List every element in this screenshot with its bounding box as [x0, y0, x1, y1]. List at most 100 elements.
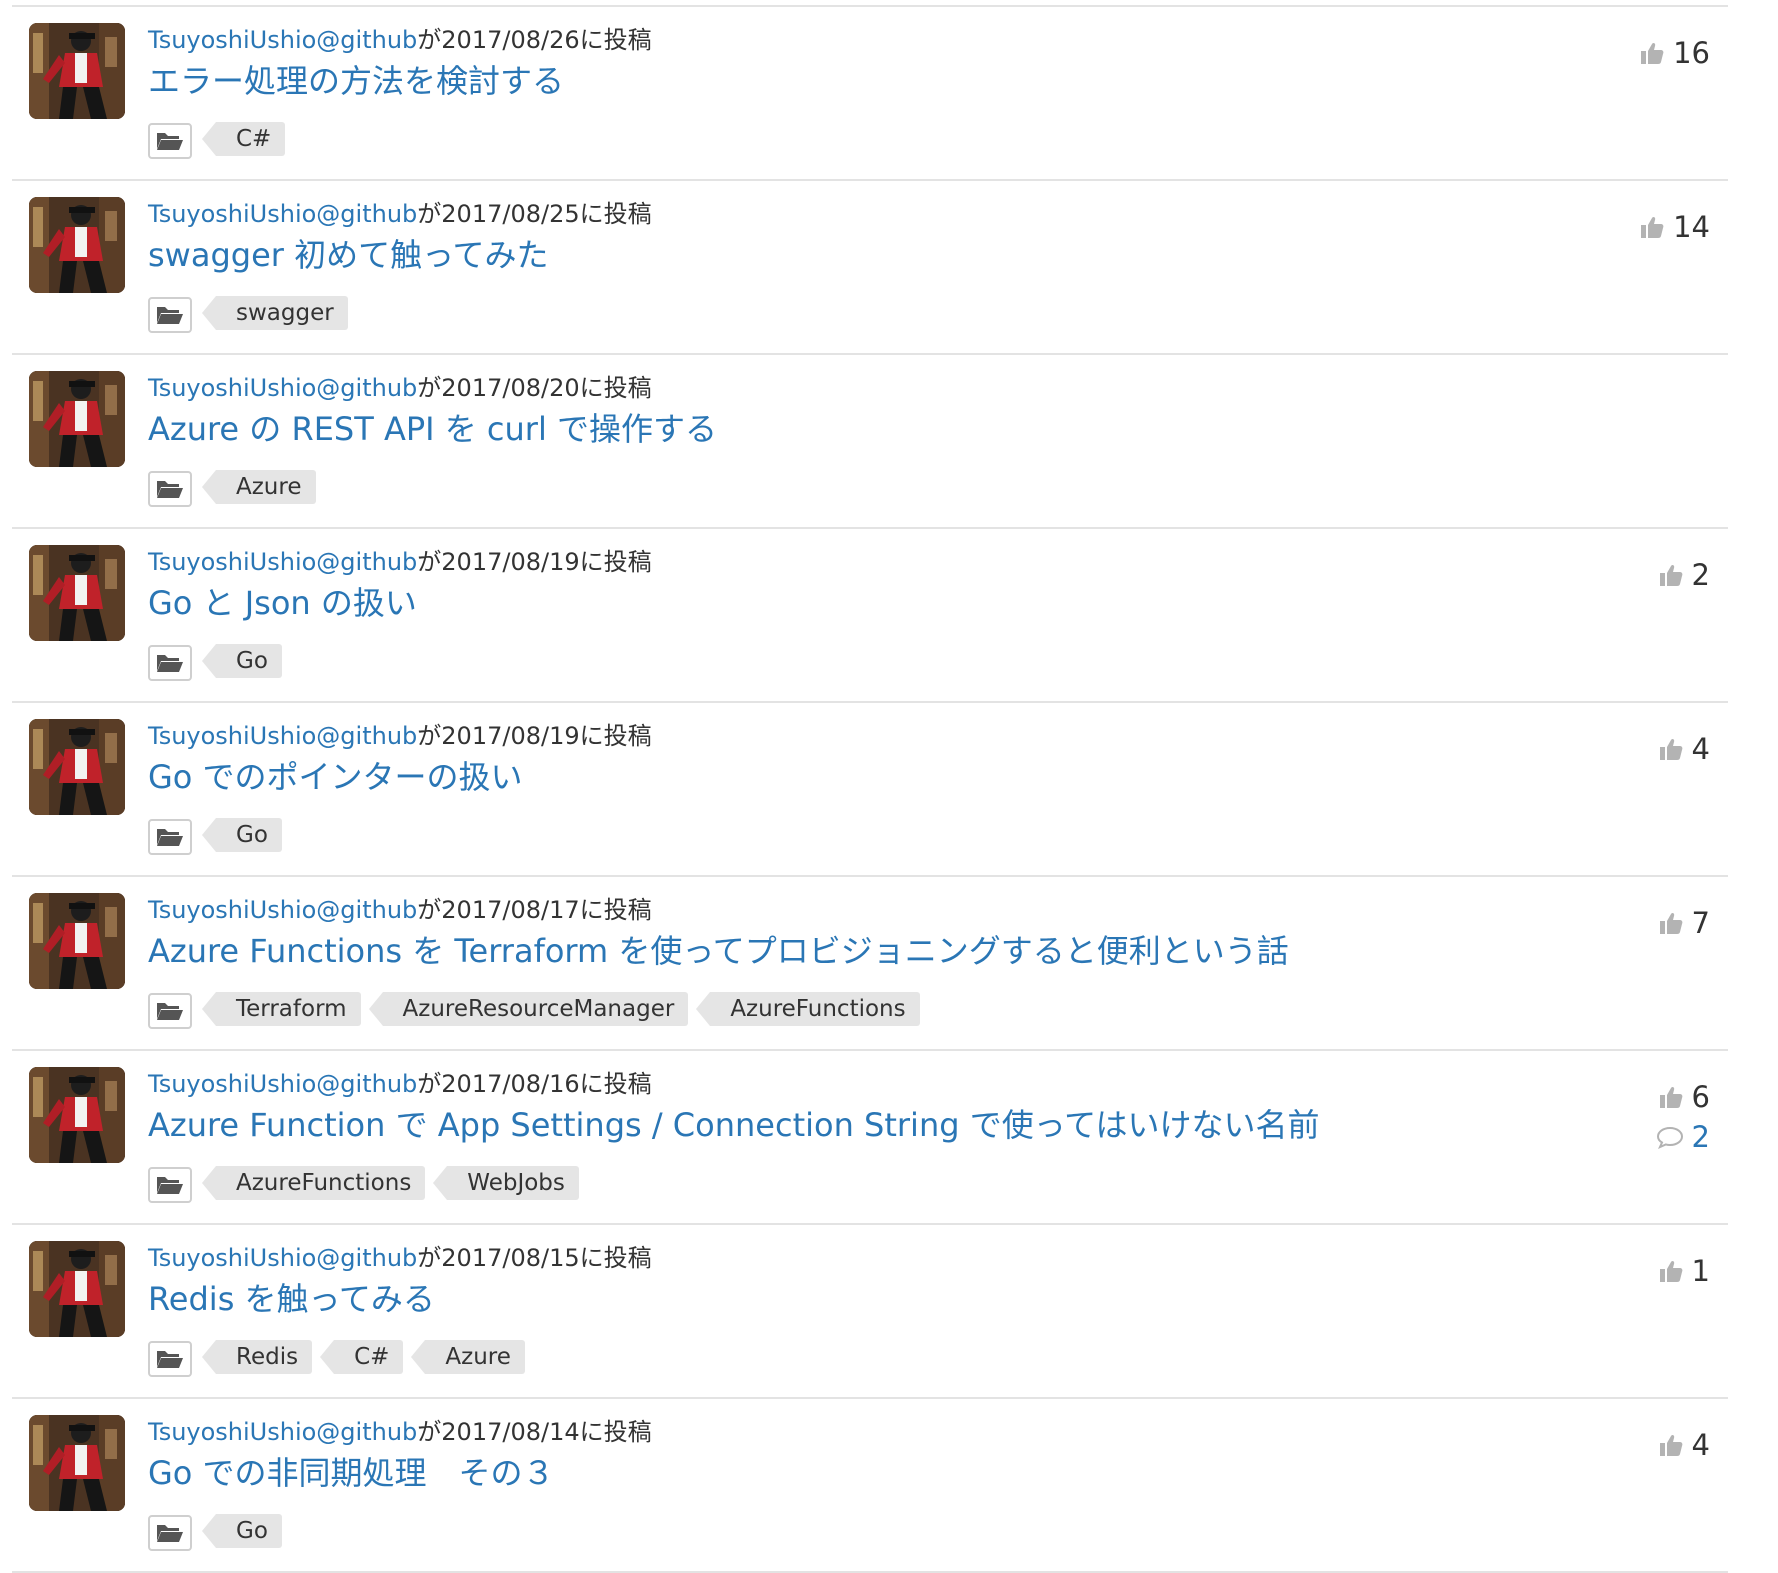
- like-count: 16: [1590, 33, 1710, 73]
- post-stats: 2: [1590, 555, 1710, 595]
- tag-list: Go: [148, 815, 296, 855]
- like-count-value: 4: [1691, 732, 1710, 766]
- thumbs-up-icon: [1639, 41, 1665, 65]
- tag-list: Azure: [148, 467, 330, 507]
- post-meta: TsuyoshiUshio@githubが2017/08/14に投稿: [148, 1417, 652, 1447]
- avatar-image: [29, 1241, 125, 1337]
- avatar-image: [29, 545, 125, 641]
- folder-open-icon[interactable]: [148, 819, 192, 855]
- like-count-value: 7: [1691, 906, 1710, 940]
- like-count: 1: [1590, 1251, 1710, 1291]
- posted-date: が2017/08/26に投稿: [417, 26, 652, 54]
- post-title-link[interactable]: Go でのポインターの扱い: [148, 757, 523, 797]
- like-count-value: 6: [1691, 1080, 1710, 1114]
- tag-link[interactable]: C#: [201, 122, 286, 156]
- avatar[interactable]: [29, 545, 125, 641]
- post-title-link[interactable]: swagger 初めて触ってみた: [148, 235, 549, 275]
- post-item: TsuyoshiUshio@githubが2017/08/19に投稿 Go と …: [12, 529, 1728, 703]
- post-meta: TsuyoshiUshio@githubが2017/08/17に投稿: [148, 895, 652, 925]
- thumbs-up-icon: [1658, 911, 1684, 935]
- author-link[interactable]: TsuyoshiUshio@github: [148, 896, 417, 924]
- post-title-link[interactable]: エラー処理の方法を検討する: [148, 61, 564, 101]
- folder-open-icon[interactable]: [148, 645, 192, 681]
- avatar-image: [29, 893, 125, 989]
- post-stats: 4: [1590, 729, 1710, 769]
- post-feed: TsuyoshiUshio@githubが2017/08/26に投稿 エラー処理…: [12, 5, 1728, 1573]
- post-meta: TsuyoshiUshio@githubが2017/08/16に投稿: [148, 1069, 652, 1099]
- post-stats: 14: [1590, 207, 1710, 247]
- posted-date: が2017/08/25に投稿: [417, 200, 652, 228]
- avatar-image: [29, 1067, 125, 1163]
- post-title-link[interactable]: Redis を触ってみる: [148, 1279, 435, 1319]
- post-stats: 7: [1590, 903, 1710, 943]
- post-item: TsuyoshiUshio@githubが2017/08/17に投稿 Azure…: [12, 877, 1728, 1051]
- folder-open-icon[interactable]: [148, 1515, 192, 1551]
- tag-link[interactable]: Azure: [202, 470, 316, 504]
- post-item: TsuyoshiUshio@githubが2017/08/20に投稿 Azure…: [12, 355, 1728, 529]
- post-title-link[interactable]: Azure の REST API を curl で操作する: [148, 409, 717, 449]
- folder-open-icon-graphic: [157, 1177, 183, 1194]
- post-title-link[interactable]: Go と Json の扱い: [148, 583, 417, 623]
- avatar[interactable]: [29, 197, 125, 293]
- post-title-link[interactable]: Azure Function で App Settings / Connecti…: [148, 1105, 1319, 1145]
- tag-list: Go: [148, 641, 296, 681]
- author-link[interactable]: TsuyoshiUshio@github: [148, 1418, 417, 1446]
- thumbs-up-icon: [1658, 737, 1684, 761]
- author-link[interactable]: TsuyoshiUshio@github: [148, 374, 417, 402]
- post-stats: 62: [1590, 1077, 1710, 1157]
- author-link[interactable]: TsuyoshiUshio@github: [148, 1244, 417, 1272]
- avatar[interactable]: [29, 1241, 125, 1337]
- post-meta: TsuyoshiUshio@githubが2017/08/15に投稿: [148, 1243, 652, 1273]
- tag-link[interactable]: Terraform: [202, 992, 361, 1026]
- like-count: 7: [1590, 903, 1710, 943]
- folder-open-icon[interactable]: [148, 1167, 192, 1203]
- author-link[interactable]: TsuyoshiUshio@github: [148, 1070, 417, 1098]
- posted-date: が2017/08/14に投稿: [417, 1418, 652, 1446]
- folder-open-icon-graphic: [157, 829, 183, 846]
- post-stats: 4: [1590, 1425, 1710, 1465]
- avatar[interactable]: [29, 1067, 125, 1163]
- avatar[interactable]: [29, 719, 125, 815]
- avatar[interactable]: [29, 893, 125, 989]
- tag-link[interactable]: AzureResourceManager: [368, 992, 689, 1026]
- tag-link[interactable]: Azure: [411, 1340, 525, 1374]
- like-count-value: 4: [1691, 1428, 1710, 1462]
- tag-list: Go: [148, 1511, 296, 1551]
- like-count: 2: [1590, 555, 1710, 595]
- tag-link[interactable]: AzureFunctions: [201, 1166, 426, 1200]
- tag-link[interactable]: Go: [202, 818, 282, 852]
- tag-link[interactable]: Go: [202, 1514, 282, 1548]
- tag-link[interactable]: swagger: [202, 296, 348, 330]
- thumbs-up-icon: [1658, 1433, 1684, 1457]
- post-meta: TsuyoshiUshio@githubが2017/08/26に投稿: [148, 25, 652, 55]
- thumbs-up-icon: [1658, 563, 1684, 587]
- tag-link[interactable]: Go: [202, 644, 282, 678]
- author-link[interactable]: TsuyoshiUshio@github: [148, 722, 417, 750]
- posted-date: が2017/08/16に投稿: [417, 1070, 652, 1098]
- posted-date: が2017/08/19に投稿: [417, 548, 652, 576]
- tag-link[interactable]: AzureFunctions: [696, 992, 920, 1026]
- folder-open-icon[interactable]: [148, 993, 192, 1029]
- tag-link[interactable]: WebJobs: [433, 1166, 579, 1200]
- author-link[interactable]: TsuyoshiUshio@github: [148, 26, 417, 54]
- avatar[interactable]: [29, 371, 125, 467]
- post-stats: 16: [1590, 33, 1710, 73]
- author-link[interactable]: TsuyoshiUshio@github: [148, 200, 417, 228]
- tag-list: Redis C# Azure: [148, 1337, 539, 1377]
- comment-count[interactable]: 2: [1590, 1117, 1710, 1157]
- tag-list: AzureFunctions WebJobs: [148, 1163, 593, 1203]
- tag-link[interactable]: Redis: [201, 1340, 313, 1374]
- avatar[interactable]: [29, 1415, 125, 1511]
- thumbs-up-icon: [1658, 1259, 1684, 1283]
- author-link[interactable]: TsuyoshiUshio@github: [148, 548, 417, 576]
- tag-link[interactable]: C#: [320, 1340, 404, 1374]
- avatar-image: [29, 719, 125, 815]
- folder-open-icon[interactable]: [148, 123, 192, 159]
- folder-open-icon[interactable]: [148, 1341, 192, 1377]
- post-title-link[interactable]: Go での非同期処理 その３: [148, 1453, 555, 1493]
- folder-open-icon[interactable]: [148, 471, 192, 507]
- tag-list: Terraform AzureResourceManager AzureFuncti…: [148, 989, 934, 1029]
- post-title-link[interactable]: Azure Functions を Terraform を使ってプロビジョニング…: [148, 931, 1289, 971]
- folder-open-icon[interactable]: [148, 297, 192, 333]
- avatar[interactable]: [29, 23, 125, 119]
